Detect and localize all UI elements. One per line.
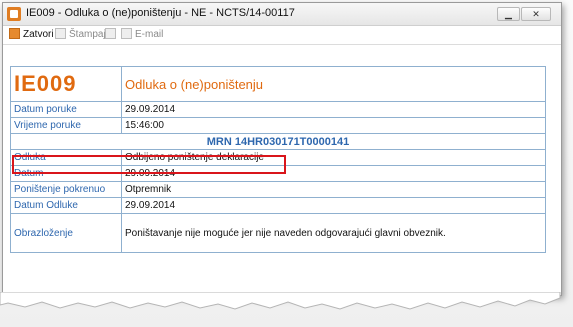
close-window-button[interactable]: ✕ [521, 7, 551, 21]
email-label: E-mail [135, 29, 164, 40]
table-row: Datum poruke 29.09.2014 [10, 101, 546, 118]
row-label: Obrazloženje [10, 213, 122, 253]
close-button[interactable]: Zatvori [9, 28, 54, 42]
toolbar: Zatvori Štampaj E-mail [3, 26, 561, 45]
header-row: IE009 Odluka o (ne)poništenju [10, 66, 546, 102]
envelope-icon [121, 28, 132, 39]
minimize-button[interactable]: ▁ [497, 7, 520, 21]
mrn-value: MRN 14HR030171T0000141 [10, 133, 546, 150]
message-code: IE009 [14, 71, 77, 96]
decision-highlight-box [12, 155, 286, 174]
row-value: 29.09.2014 [121, 197, 546, 214]
row-label: Poništenje pokrenuo [10, 181, 122, 198]
mrn-row: MRN 14HR030171T0000141 [10, 133, 546, 150]
row-label: Datum Odluke [10, 197, 122, 214]
message-code-cell: IE009 [10, 66, 122, 102]
message-heading: Odluka o (ne)poništenju [125, 76, 264, 92]
document-button[interactable] [105, 28, 119, 42]
title-bar: IE009 - Odluka o (ne)poništenju - NE - N… [3, 3, 561, 26]
row-value: 29.09.2014 [121, 101, 546, 118]
print-button[interactable]: Štampaj [55, 28, 106, 42]
row-label: Vrijeme poruke [10, 117, 122, 134]
torn-edge [0, 292, 561, 310]
document-icon [105, 28, 116, 39]
table-row: Obrazloženje Poništavanje nije moguće je… [10, 213, 546, 253]
app-icon [7, 7, 21, 21]
printer-icon [55, 28, 66, 39]
window-title: IE009 - Odluka o (ne)poništenju - NE - N… [26, 7, 295, 19]
row-label: Datum poruke [10, 101, 122, 118]
row-value: 15:46:00 [121, 117, 546, 134]
row-value: Poništavanje nije moguće jer nije navede… [121, 213, 546, 253]
close-label: Zatvori [23, 29, 54, 40]
row-value: Otpremnik [121, 181, 546, 198]
table-row: Datum Odluke 29.09.2014 [10, 197, 546, 214]
email-button[interactable]: E-mail [121, 28, 163, 42]
close-doc-icon [9, 28, 20, 39]
table-row: Poništenje pokrenuo Otpremnik [10, 181, 546, 198]
table-row: Vrijeme poruke 15:46:00 [10, 117, 546, 134]
print-label: Štampaj [69, 29, 106, 40]
message-heading-cell: Odluka o (ne)poništenju [121, 66, 546, 102]
